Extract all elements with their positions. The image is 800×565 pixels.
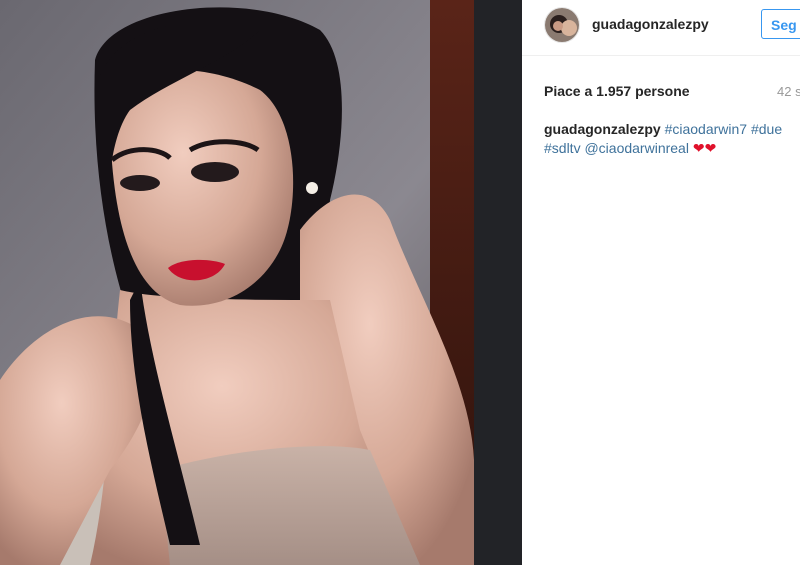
caption-username[interactable]: guadagonzalezpy	[544, 121, 661, 137]
mention-link[interactable]: @ciaodarwinreal	[584, 140, 688, 156]
post-header: guadagonzalezpy Seg	[522, 0, 800, 56]
post-caption: guadagonzalezpy #ciaodarwin7 #due #sdltv…	[544, 120, 794, 158]
hashtag-link[interactable]: #sdltv	[544, 140, 581, 156]
heart-icon: ❤❤	[692, 140, 717, 156]
follow-button[interactable]: Seg	[761, 9, 800, 39]
hashtag-link[interactable]: #ciaodarwin7	[665, 121, 748, 137]
photo-image	[0, 0, 474, 565]
post-photo[interactable]	[0, 0, 522, 565]
post-time[interactable]: 42 s	[777, 84, 800, 99]
avatar-image	[545, 8, 579, 42]
avatar[interactable]	[544, 7, 580, 43]
photo-frame-gap	[474, 0, 522, 565]
hashtag-link[interactable]: #due	[751, 121, 782, 137]
likes-count[interactable]: Piace a 1.957 persone	[544, 83, 690, 99]
post-side-panel: guadagonzalezpy Seg Piace a 1.957 person…	[522, 0, 800, 565]
post-username[interactable]: guadagonzalezpy	[592, 16, 709, 32]
